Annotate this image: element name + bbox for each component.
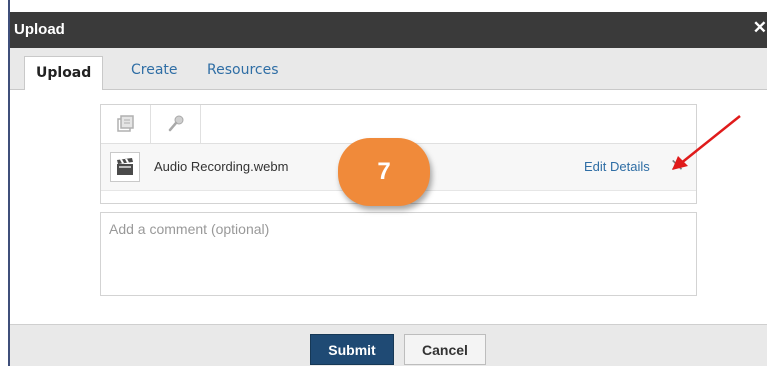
cancel-button[interactable]: Cancel: [404, 334, 486, 365]
video-file-icon: [117, 158, 133, 175]
comment-input[interactable]: Add a comment (optional): [100, 212, 697, 296]
file-icon-box: [110, 152, 140, 182]
microphone-icon: [168, 115, 183, 132]
dialog-title: Upload: [14, 21, 65, 38]
gallery-button[interactable]: [101, 105, 151, 143]
submit-button[interactable]: Submit: [310, 334, 394, 365]
tab-bar: Upload Create Resources: [10, 48, 767, 90]
dialog-footer: Submit Cancel: [10, 324, 767, 366]
dialog-titlebar: Upload ✕: [10, 12, 767, 48]
record-audio-button[interactable]: [151, 105, 201, 143]
annotation-arrow-icon: [672, 115, 741, 170]
edit-details-link[interactable]: Edit Details: [584, 159, 650, 174]
tab-upload[interactable]: Upload: [24, 56, 104, 90]
gallery-icon: [116, 115, 134, 132]
dialog-content: Audio Recording.webm Edit Details ✕ Add …: [10, 90, 767, 324]
tab-resources[interactable]: Resources: [207, 62, 279, 78]
close-icon[interactable]: ✕: [753, 18, 767, 38]
upload-dialog: Upload ✕ Upload Create Resources Audio R…: [0, 0, 767, 366]
step-number-badge: 7: [338, 138, 430, 206]
tab-create[interactable]: Create: [131, 62, 178, 78]
file-name: Audio Recording.webm: [154, 159, 289, 174]
